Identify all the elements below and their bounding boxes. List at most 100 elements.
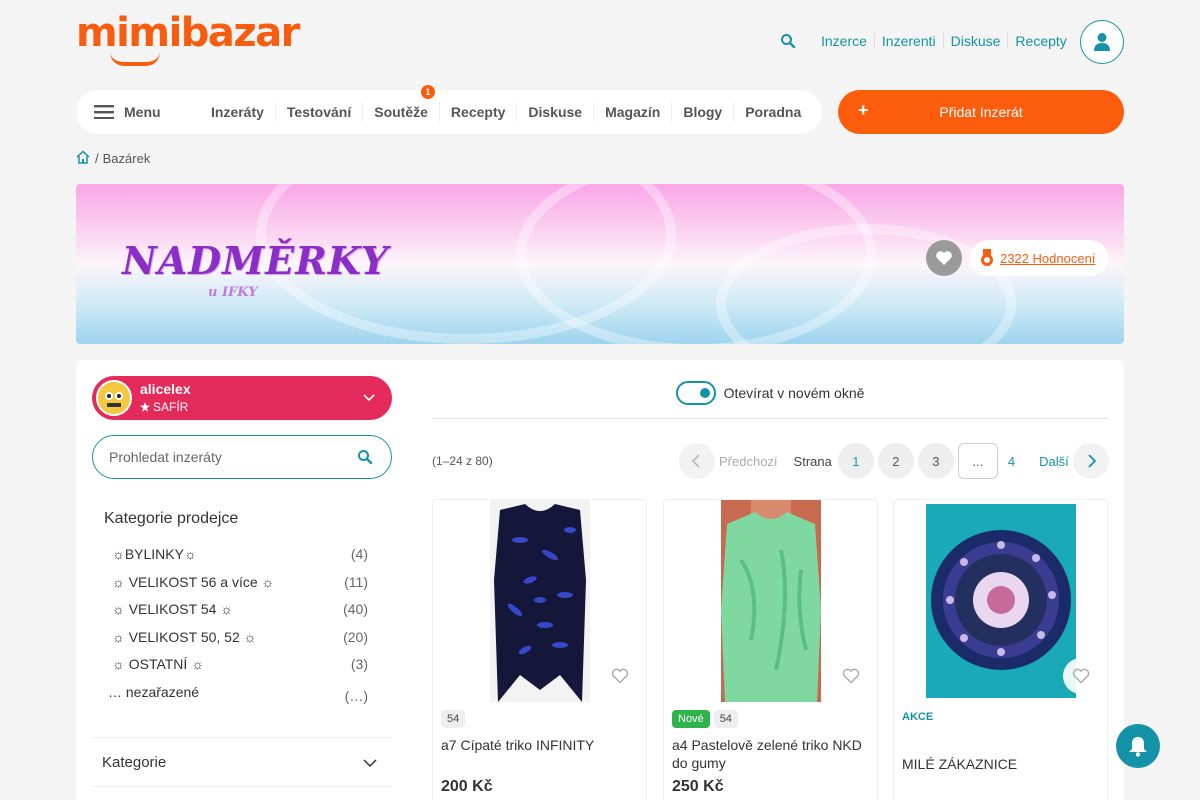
listing-price: 200 Kč xyxy=(441,778,493,795)
seller-dropdown[interactable]: alicelex SAFÍR xyxy=(92,376,392,420)
menu-label: Menu xyxy=(124,104,161,120)
site-header: mimibazar Inzerce Inzerenti Diskuse Rece… xyxy=(0,0,1200,84)
listing-title[interactable]: a4 Pastelově zelené triko NKD do gumy xyxy=(672,736,870,772)
rating-link[interactable]: 2322 Hodnocení xyxy=(1000,251,1095,266)
top-link-inzerenti[interactable]: Inzerenti xyxy=(873,33,943,49)
chevron-left-icon xyxy=(679,443,715,479)
chevron-down-icon xyxy=(363,759,377,768)
rating-pill[interactable]: 2322 Hodnocení xyxy=(970,240,1108,276)
favorite-button[interactable] xyxy=(833,658,869,694)
listing-search[interactable] xyxy=(92,435,392,479)
avatar xyxy=(96,380,132,416)
nav-item-label: Poradna xyxy=(745,104,802,120)
category-item[interactable]: ☼ VELIKOST 50, 52 ☼ (20) xyxy=(112,629,368,657)
nav-item-label: Blogy xyxy=(683,104,723,120)
favorite-button[interactable] xyxy=(602,658,638,694)
top-link-inzerce[interactable]: Inzerce xyxy=(814,33,874,49)
category-count: (11) xyxy=(344,573,368,590)
pagination: Předchozí Strana 1 2 3 ... 4 Další xyxy=(679,443,1109,479)
user-icon xyxy=(1094,33,1110,51)
site-logo[interactable]: mimibazar xyxy=(76,10,300,56)
heart-icon xyxy=(936,251,952,265)
medal-icon xyxy=(981,249,993,266)
toggle-label: Otevírat v novém okně xyxy=(723,385,865,401)
nav-item-label: Diskuse xyxy=(528,104,583,120)
category-item[interactable]: ☼ OSTATNÍ ☼ (3) xyxy=(112,656,368,684)
nav-items: Inzeráty Testování Soutěže 1 Recepty Disk… xyxy=(200,85,812,122)
top-link-recepty[interactable]: Recepty xyxy=(1007,33,1073,49)
breadcrumb: / Bazárek xyxy=(76,150,150,167)
sale-tag: AKCE xyxy=(902,711,934,723)
bell-icon xyxy=(1129,737,1147,757)
nav-item-souteze[interactable]: Soutěže 1 xyxy=(362,85,439,122)
accordion-label: Kategorie xyxy=(102,753,167,771)
chevron-down-icon xyxy=(363,394,375,402)
nav-item-diskuse[interactable]: Diskuse xyxy=(516,102,593,122)
seller-categories-list: ☼BYLINKY☼ (4) ☼ VELIKOST 56 a více ☼ (11) … xyxy=(108,546,368,712)
search-input[interactable] xyxy=(109,449,339,465)
result-count: (1–24 z 80) xyxy=(432,454,493,468)
prev-page-button[interactable]: Předchozí xyxy=(679,443,794,479)
category-count: (…) xyxy=(344,687,368,704)
category-item[interactable]: ☼ VELIKOST 54 ☼ (40) xyxy=(112,601,368,629)
nav-item-label: Magazín xyxy=(605,104,661,120)
top-link-diskuse[interactable]: Diskuse xyxy=(942,33,1008,49)
notifications-button[interactable] xyxy=(1116,724,1160,768)
nav-item-label: Recepty xyxy=(450,104,506,120)
category-item[interactable]: … nezařazené (…) xyxy=(108,684,368,712)
banner-title: NADMĚRKY xyxy=(122,238,389,283)
chevron-right-icon xyxy=(1088,454,1096,468)
banner-subtitle: u IFKY xyxy=(208,285,258,300)
listing-card[interactable]: 54 a7 Cípaté triko INFINITY 200 Kč xyxy=(432,499,647,800)
user-account-button[interactable] xyxy=(1080,20,1124,64)
breadcrumb-current: Bazárek xyxy=(102,151,151,166)
favorite-seller-button[interactable] xyxy=(926,240,962,276)
nav-item-poradna[interactable]: Poradna xyxy=(733,102,812,122)
listing-card[interactable]: AKCE MILÉ ZÁKAZNICE xyxy=(893,499,1108,800)
page-last-button[interactable]: 4 xyxy=(1008,454,1015,469)
next-page-button[interactable] xyxy=(1072,443,1109,479)
page-1-button[interactable]: 1 xyxy=(837,443,874,479)
page-3-button[interactable]: 3 xyxy=(917,443,954,479)
listing-tags: AKCE xyxy=(902,710,937,724)
search-icon[interactable] xyxy=(780,31,810,51)
nav-item-magazin[interactable]: Magazín xyxy=(593,102,671,122)
seller-banner: NADMĚRKY u IFKY 2322 Hodnocení xyxy=(76,184,1124,344)
heart-outline-icon xyxy=(611,668,629,684)
nav-item-inzeraty[interactable]: Inzeráty xyxy=(200,102,275,122)
page-2-button[interactable]: 2 xyxy=(877,443,914,479)
next-label[interactable]: Další xyxy=(1039,454,1069,469)
category-count: (40) xyxy=(343,601,368,618)
hamburger-icon xyxy=(94,105,114,119)
page-label: Strana xyxy=(793,453,832,469)
plus-icon: + xyxy=(858,100,869,120)
main-panel: alicelex SAFÍR Kategorie prodejce ☼BYLIN… xyxy=(76,360,1124,800)
home-icon[interactable] xyxy=(76,150,90,167)
page-jump-input[interactable]: ... xyxy=(957,443,998,479)
nav-item-label: Inzeráty xyxy=(211,104,264,120)
heart-outline-icon xyxy=(1072,668,1090,684)
add-listing-button[interactable]: + Přidat Inzerát xyxy=(838,90,1124,134)
nav-item-blogy[interactable]: Blogy xyxy=(671,102,733,122)
size-tag: 54 xyxy=(713,710,738,728)
breadcrumb-separator: / xyxy=(95,151,99,166)
listing-card[interactable]: Nové 54 a4 Pastelově zelené triko NKD do… xyxy=(663,499,878,800)
category-name: ☼ VELIKOST 54 ☼ xyxy=(112,601,234,618)
category-item[interactable]: ☼BYLINKY☼ (4) xyxy=(112,546,368,574)
categories-accordion[interactable]: Kategorie xyxy=(92,737,392,787)
listing-title[interactable]: a7 Cípaté triko INFINITY xyxy=(441,736,639,754)
category-item[interactable]: ☼ VELIKOST 56 a více ☼ (11) xyxy=(112,574,368,602)
listing-tags: Nové 54 xyxy=(672,710,742,728)
category-name: … nezařazené xyxy=(108,683,200,700)
nav-item-label: Soutěže xyxy=(374,104,428,120)
menu-button[interactable]: Menu xyxy=(76,104,188,120)
nav-item-recepty[interactable]: Recepty xyxy=(438,102,516,122)
open-new-window-toggle[interactable] xyxy=(675,381,716,405)
category-count: (3) xyxy=(350,656,368,673)
favorite-button[interactable] xyxy=(1063,658,1099,694)
heart-outline-icon xyxy=(842,668,860,684)
nav-item-testovani[interactable]: Testování xyxy=(274,102,362,122)
search-icon[interactable] xyxy=(357,449,373,465)
category-name: ☼ VELIKOST 56 a více ☼ xyxy=(112,573,275,590)
listing-title[interactable]: MILÉ ZÁKAZNICE xyxy=(902,755,1100,773)
